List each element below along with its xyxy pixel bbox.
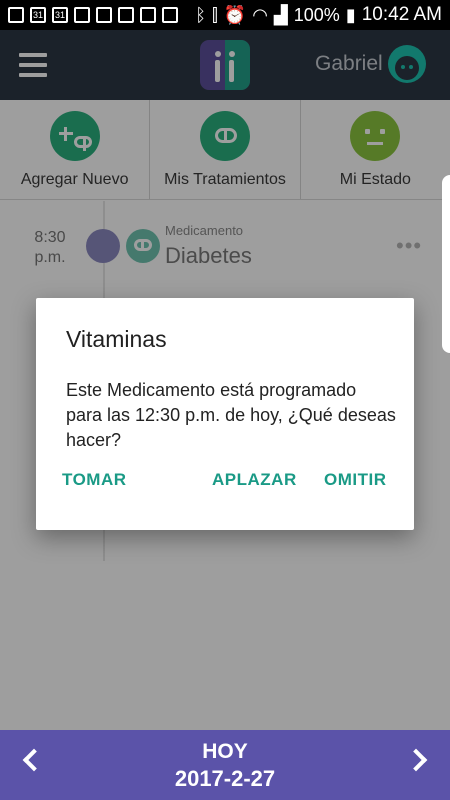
alarm-icon: ⏰ [223, 4, 247, 25]
signal-icon: ▟ [273, 4, 288, 25]
postpone-button[interactable]: APLAZAR [212, 470, 297, 490]
battery-level: 100% [293, 4, 340, 25]
medication-dialog: Vitaminas Este Medicamento está programa… [36, 298, 414, 530]
edge-panel-handle[interactable] [442, 175, 450, 353]
app-icon [162, 7, 178, 23]
clock: 10:42 AM [361, 4, 442, 25]
wifi-icon: ◠ [252, 4, 268, 25]
calendar-icon: 31 [30, 7, 46, 23]
skip-button[interactable]: OMITIR [324, 470, 387, 490]
current-date: 2017-2-27 [174, 766, 276, 791]
bluetooth-icon: ᛒ [195, 4, 207, 25]
status-icons-right: ᛒ ⫿ ⏰ ◠ ▟ 100% ▮ 10:42 AM [195, 4, 442, 26]
image-icon [96, 7, 112, 23]
status-icons-left: 31 31 [8, 7, 178, 23]
status-bar: 31 31 ᛒ ⫿ ⏰ ◠ ▟ 100% ▮ 10:42 AM [0, 0, 450, 30]
dialog-title: Vitaminas [66, 326, 167, 352]
vibrate-icon: ⫿ [212, 4, 218, 25]
dialog-message: Este Medicamento está programado para la… [66, 380, 396, 450]
date-footer: HOY 2017-2-27 [0, 730, 450, 800]
calendar-icon: 31 [52, 7, 68, 23]
instagram-icon [118, 7, 134, 23]
battery-icon: ▮ [345, 4, 356, 25]
instagram-icon [140, 7, 156, 23]
mail-icon [8, 7, 24, 23]
keyboard-icon [74, 7, 90, 23]
today-label: HOY [202, 740, 248, 763]
take-button[interactable]: TOMAR [62, 470, 127, 490]
